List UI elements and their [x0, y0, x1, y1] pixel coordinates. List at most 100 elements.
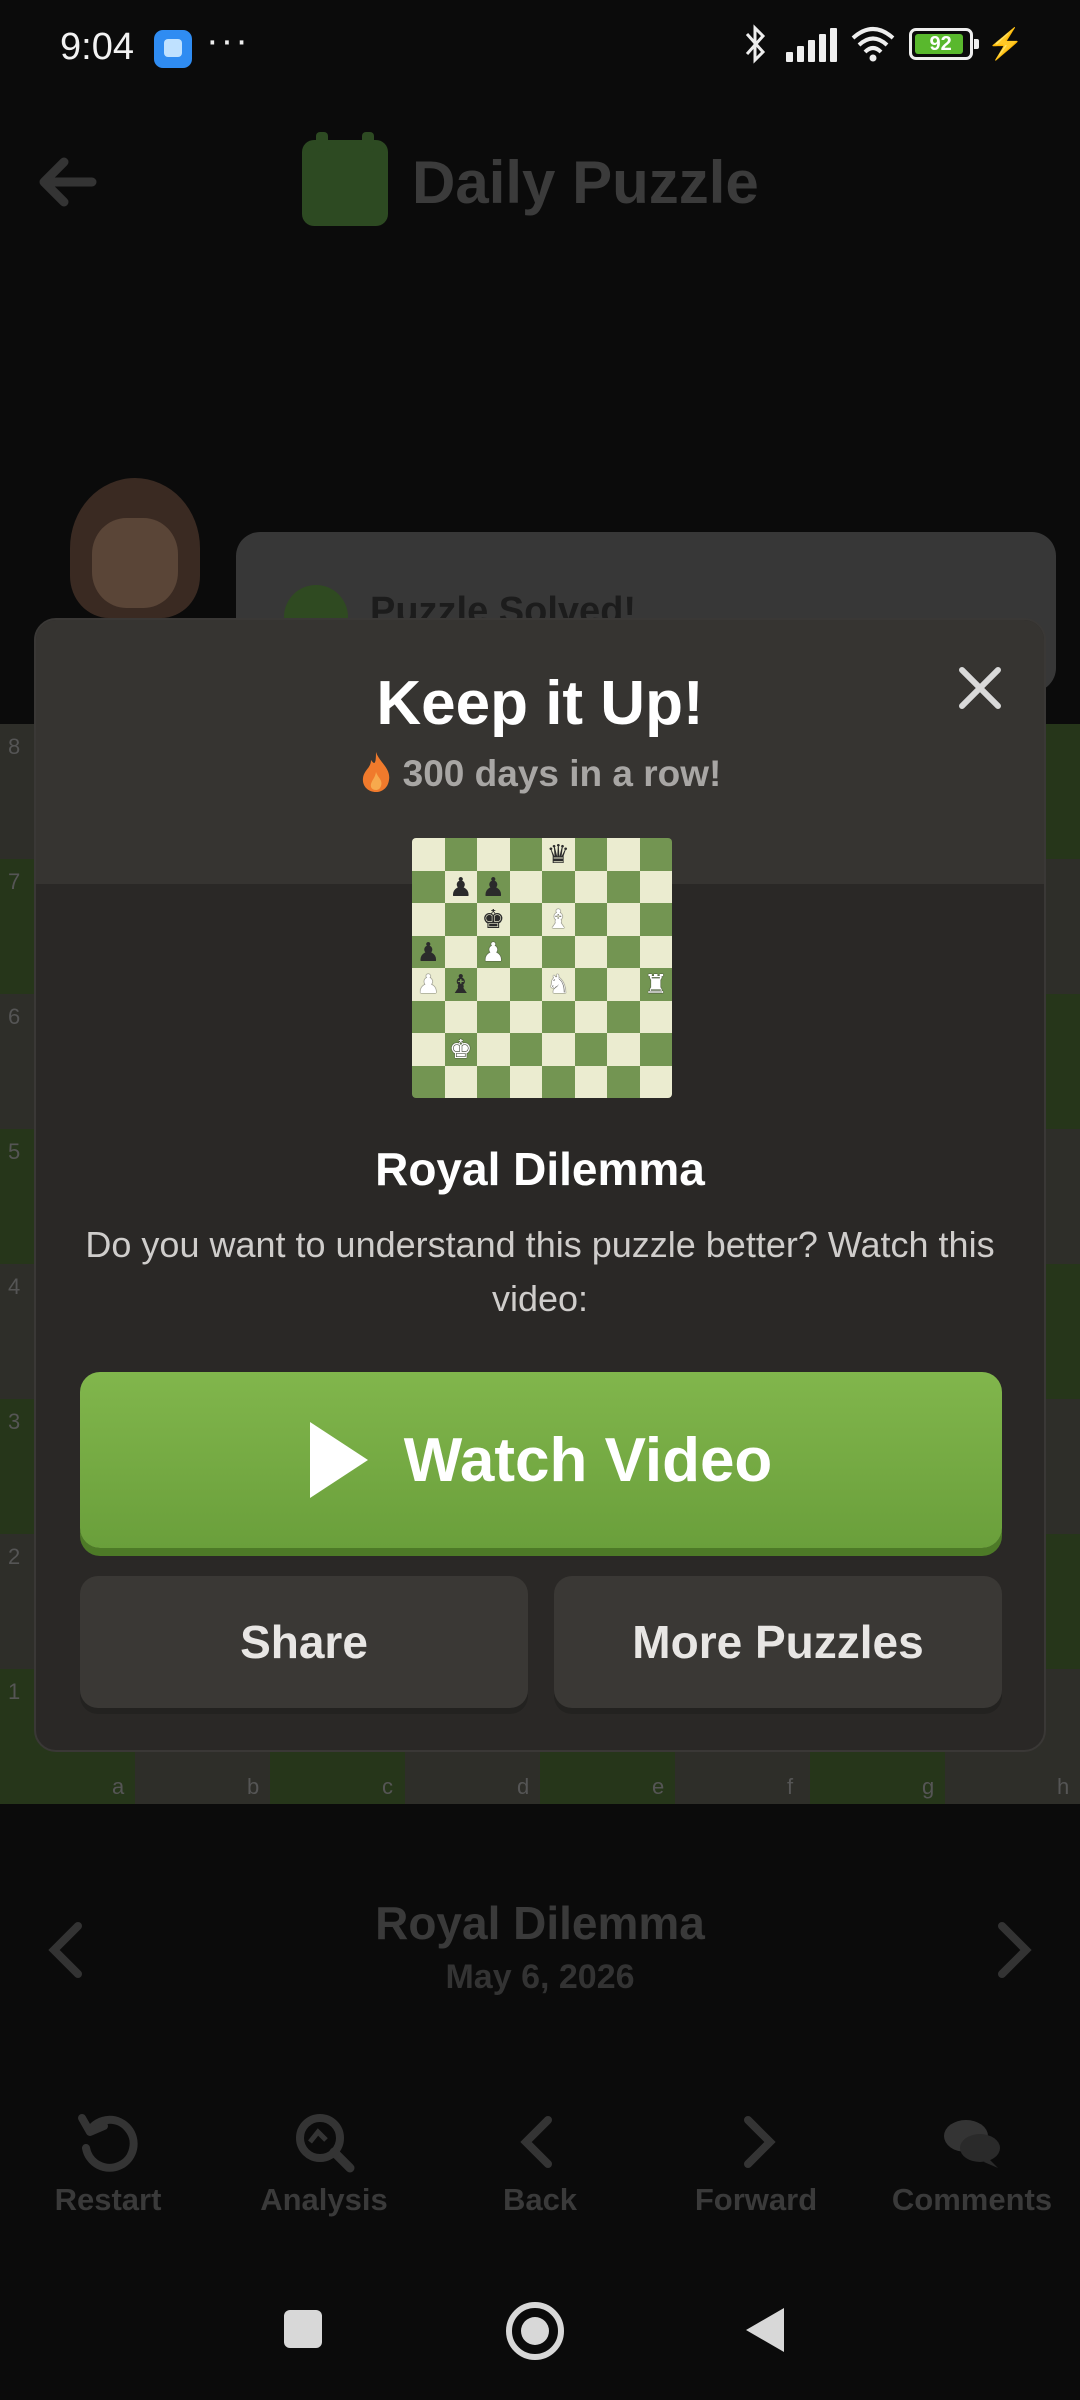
- file-label: c: [382, 1774, 393, 1799]
- forward-button[interactable]: Forward: [648, 2110, 864, 2250]
- white-king-icon: ♚: [449, 1034, 473, 1065]
- play-icon: [309, 1422, 368, 1498]
- white-bishop-icon: ♝: [546, 904, 570, 935]
- preview-square: [477, 1033, 510, 1066]
- black-bishop-icon: ♝: [449, 969, 473, 1000]
- share-button[interactable]: Share: [80, 1576, 528, 1708]
- battery-icon: 92: [908, 28, 979, 60]
- preview-square: [412, 1033, 445, 1066]
- rank-label: 3: [8, 1409, 21, 1434]
- rank-label: 7: [8, 869, 21, 894]
- preview-square: [639, 870, 672, 903]
- comments-icon: [940, 2110, 1004, 2174]
- status-bar: 9:04 ··· 92 ⚡: [0, 0, 1080, 96]
- file-label: h: [1057, 1774, 1070, 1799]
- battery-level: 92: [929, 33, 952, 55]
- preview-square: [542, 1065, 575, 1098]
- preview-square: [509, 1033, 542, 1066]
- preview-square: [444, 1065, 477, 1098]
- preview-square: [412, 1065, 445, 1098]
- preview-square: [509, 968, 542, 1001]
- file-label: b: [247, 1774, 260, 1799]
- file-label: a: [112, 1774, 125, 1799]
- comments-label: Comments: [891, 2182, 1053, 2217]
- puzzle-preview-board: ♛ ♟ ♟ ♚ ♝ ♟ ♟ ♟ ♝ ♞ ♜ ♚: [412, 838, 672, 1098]
- flame-icon: [359, 750, 393, 803]
- file-label: d: [517, 1774, 530, 1799]
- forward-chevron-icon: [724, 2110, 788, 2174]
- preview-square: ♚: [444, 1033, 477, 1066]
- white-knight-icon: ♞: [546, 969, 570, 1000]
- watch-video-button[interactable]: Watch Video: [80, 1372, 1002, 1548]
- preview-square: [412, 903, 445, 936]
- daily-puzzle-calendar-icon: [302, 132, 388, 226]
- recent-apps-icon[interactable]: [284, 2310, 322, 2348]
- preview-square: ♟: [477, 935, 510, 968]
- preview-square: [509, 903, 542, 936]
- black-pawn-icon: ♟: [481, 871, 505, 902]
- black-pawn-icon: ♟: [449, 871, 473, 902]
- bottom-toolbar: Restart Analysis Back Forward Comments: [0, 2110, 1080, 2250]
- preview-square: ♟: [412, 935, 445, 968]
- preview-square: ♟: [477, 870, 510, 903]
- rank-label: 1: [8, 1679, 21, 1704]
- preview-square: ♛: [542, 838, 575, 871]
- preview-square: [444, 1000, 477, 1033]
- system-back-icon[interactable]: [746, 2308, 784, 2352]
- preview-square: ♚: [477, 903, 510, 936]
- file-label: e: [652, 1774, 665, 1799]
- charging-icon: ⚡: [986, 27, 1024, 61]
- back-arrow-icon[interactable]: [34, 150, 98, 214]
- preview-square: [509, 838, 542, 871]
- puzzle-date: May 6, 2026: [445, 1958, 635, 1996]
- preview-square: [639, 935, 672, 968]
- preview-square: [574, 968, 607, 1001]
- preview-square: [412, 1000, 445, 1033]
- preview-square: [574, 1065, 607, 1098]
- back-button[interactable]: Back: [432, 2110, 648, 2250]
- preview-square: [607, 870, 640, 903]
- preview-square: [542, 1033, 575, 1066]
- preview-square: [542, 1000, 575, 1033]
- preview-square: [509, 1065, 542, 1098]
- preview-square: [607, 838, 640, 871]
- analysis-button[interactable]: Analysis: [216, 2110, 432, 2250]
- video-prompt-text: Do you want to understand this puzzle be…: [85, 1224, 995, 1319]
- black-queen-icon: ♛: [546, 839, 570, 870]
- black-king-icon: ♚: [481, 904, 505, 935]
- preview-square: [444, 903, 477, 936]
- rank-label: 6: [8, 1004, 21, 1029]
- preview-square: [574, 870, 607, 903]
- restart-icon: [76, 2110, 140, 2174]
- restart-button[interactable]: Restart: [0, 2110, 216, 2250]
- file-label: f: [787, 1774, 794, 1799]
- coach-avatar: [70, 478, 200, 618]
- rank-label: 2: [8, 1544, 21, 1569]
- streak-text: 300 days in a row!: [402, 753, 722, 794]
- puzzle-complete-dialog: Keep it Up! 300 days in a row! ♛ ♟ ♟ ♚ ♝ ♟ ♟ ♟ ♝…: [34, 618, 1046, 1752]
- preview-square: [444, 838, 477, 871]
- next-puzzle-chevron-icon[interactable]: [994, 1920, 1034, 1980]
- signal-icon: [785, 26, 837, 62]
- preview-square: [412, 838, 445, 871]
- home-icon[interactable]: [506, 2302, 564, 2360]
- white-pawn-icon: ♟: [481, 936, 505, 967]
- preview-square: ♝: [542, 903, 575, 936]
- comments-button[interactable]: Comments: [864, 2110, 1080, 2250]
- preview-square: [607, 1033, 640, 1066]
- close-icon[interactable]: [952, 660, 1008, 716]
- restart-label: Restart: [54, 2182, 162, 2217]
- analysis-label: Analysis: [260, 2182, 388, 2217]
- preview-square: [542, 870, 575, 903]
- preview-square: [607, 968, 640, 1001]
- more-puzzles-button[interactable]: More Puzzles: [554, 1576, 1002, 1708]
- preview-square: [509, 935, 542, 968]
- preview-square: [444, 935, 477, 968]
- puzzle-title: Royal Dilemma: [375, 1897, 705, 1949]
- preview-square: [607, 935, 640, 968]
- preview-square: ♝: [444, 968, 477, 1001]
- watch-video-label: Watch Video: [403, 1425, 773, 1495]
- preview-square: ♟: [412, 968, 445, 1001]
- rank-label: 8: [8, 734, 21, 759]
- preview-square: [639, 903, 672, 936]
